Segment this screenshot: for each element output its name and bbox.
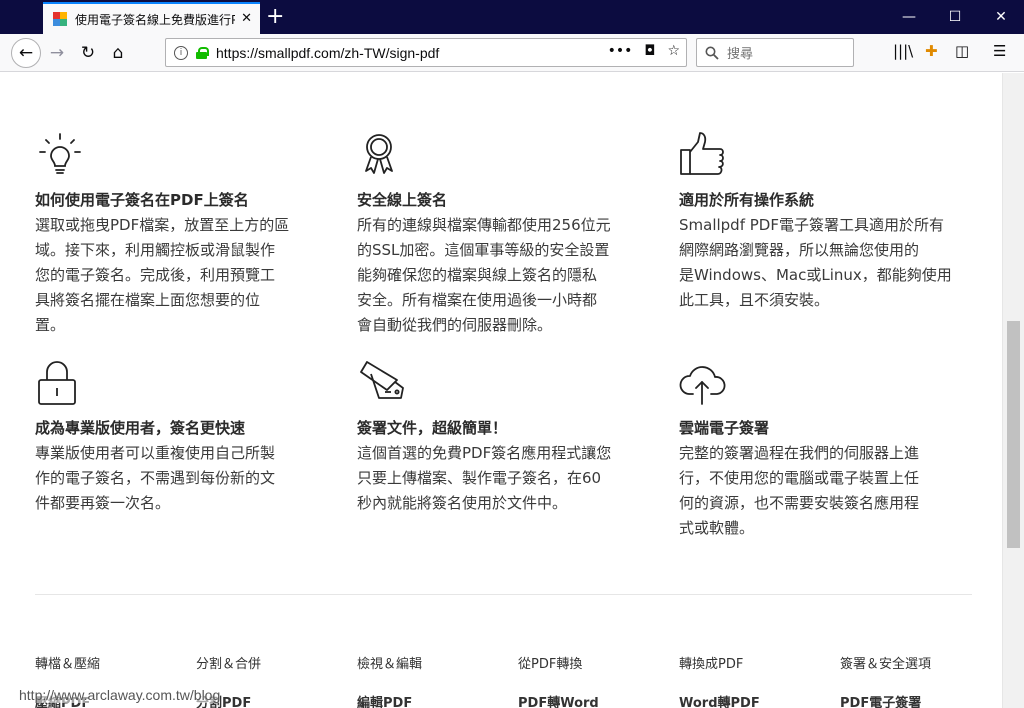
url-bar[interactable]: i https://smallpdf.com/zh-TW/sign-pdf ••… xyxy=(165,38,687,67)
footer-heading: 轉換成PDF xyxy=(679,657,744,672)
feature-line: 會自動從我們的伺服器刪除。 xyxy=(357,316,553,334)
award-ribbon-icon xyxy=(365,134,393,174)
search-icon xyxy=(705,46,719,60)
feature-line: 域。接下來，利用觸控板或滑鼠製作 xyxy=(35,241,276,259)
home-icon[interactable]: ⌂ xyxy=(103,38,133,68)
page-scrollbar[interactable] xyxy=(1002,73,1024,708)
browser-navbar: ← → ↻ ⌂ i https://smallpdf.com/zh-TW/sig… xyxy=(0,34,1024,72)
feature-description: 所有的連線與檔案傳輸都使用256位元 的SSL加密。這個軍事等級的安全設置 能夠… xyxy=(357,213,657,338)
feature-all-os: 適用於所有操作系統 Smallpdf PDF電子簽署工具適用於所有 網際網路瀏覽… xyxy=(679,130,979,313)
site-info-icon[interactable]: i xyxy=(174,45,188,60)
tab-close-icon[interactable]: ✕ xyxy=(241,11,252,26)
feature-line: 您的電子簽名。完成後，利用預覽工 xyxy=(35,266,276,284)
lightbulb-icon xyxy=(39,133,81,174)
section-divider xyxy=(35,594,972,595)
feature-line: 只要上傳檔案、製作電子簽名，在60 xyxy=(357,469,602,487)
feature-line: 件都要再簽一次名。 xyxy=(35,494,171,512)
padlock-icon xyxy=(38,361,76,405)
thumbs-up-icon xyxy=(680,132,724,175)
feature-line: 式或軟體。 xyxy=(679,519,755,537)
back-arrow-icon[interactable]: ← xyxy=(11,38,41,68)
feature-line: 秒內就能將簽名使用於文件中。 xyxy=(357,494,568,512)
feature-line: 能夠確保您的檔案與線上簽名的隱私 xyxy=(357,266,598,284)
feature-line: 置。 xyxy=(35,316,66,334)
scrollbar-thumb[interactable] xyxy=(1007,321,1020,548)
footer-link[interactable]: PDF電子簽署 xyxy=(840,692,921,708)
page-actions-icon[interactable]: ••• xyxy=(608,43,633,59)
feature-title: 適用於所有操作系統 xyxy=(679,191,815,209)
search-placeholder: 搜尋 xyxy=(727,47,754,62)
feature-line: 選取或拖曳PDF檔案，放置至上方的區 xyxy=(35,216,290,234)
browser-titlebar: 使用電子簽名線上免費版進行PDF ✕ + — ☐ ✕ xyxy=(0,0,1024,34)
feature-line: Smallpdf PDF電子簽署工具適用於所有 xyxy=(679,216,944,234)
feature-title: 安全線上簽名 xyxy=(357,191,448,209)
cloud-upload-icon xyxy=(679,366,726,405)
sidebar-icon[interactable]: ◫ xyxy=(955,42,969,60)
feature-title: 簽署文件，超級簡單！ xyxy=(357,419,508,437)
feature-description: 完整的簽署過程在我們的伺服器上進 行，不使用您的電腦或電子裝置上任 何的資源，也… xyxy=(679,441,979,541)
footer-heading: 轉檔＆壓縮 xyxy=(35,657,101,672)
feature-title: 如何使用電子簽名在PDF上簽名 xyxy=(35,191,249,209)
feature-line: 所有的連線與檔案傳輸都使用256位元 xyxy=(357,216,611,234)
footer-heading: 從PDF轉換 xyxy=(518,657,583,672)
feature-title: 雲端電子簽署 xyxy=(679,419,770,437)
menu-hamburger-icon[interactable]: ☰ xyxy=(993,42,1006,60)
pocket-knife-icon xyxy=(360,361,404,399)
new-tab-icon[interactable]: + xyxy=(266,4,284,30)
footer-heading: 簽署＆安全選項 xyxy=(840,657,932,672)
feature-line: 這個首選的免費PDF簽名應用程式讓您 xyxy=(357,444,612,462)
pocket-icon[interactable]: ◘ xyxy=(644,43,655,59)
feature-pro-user: 成為專業版使用者，簽名更快速 專業版使用者可以重複使用自己所製 作的電子簽名，不… xyxy=(35,358,335,516)
feature-secure-signing: 安全線上簽名 所有的連線與檔案傳輸都使用256位元 的SSL加密。這個軍事等級的… xyxy=(357,130,657,338)
feature-line: 此工具，且不須安裝。 xyxy=(679,291,830,309)
extension-icon[interactable]: ✚ xyxy=(925,42,938,60)
feature-line: 何的資源，也不需要安裝簽名應用程 xyxy=(679,494,920,512)
feature-line: 的SSL加密。這個軍事等級的安全設置 xyxy=(357,241,610,259)
feature-easy-signing: 簽署文件，超級簡單！ 這個首選的免費PDF簽名應用程式讓您 只要上傳檔案、製作電… xyxy=(357,358,657,516)
footer-link[interactable]: Word轉PDF xyxy=(679,692,760,708)
feature-line: 網際網路瀏覽器，所以無論您使用的 xyxy=(679,241,920,259)
feature-line: 具將簽名擺在檔案上面您想要的位 xyxy=(35,291,261,309)
lock-icon xyxy=(196,46,209,59)
feature-line: 行，不使用您的電腦或電子裝置上任 xyxy=(679,469,920,487)
feature-line: 完整的簽署過程在我們的伺服器上進 xyxy=(679,444,920,462)
feature-line: 作的電子簽名，不需遇到每份新的文 xyxy=(35,469,276,487)
maximize-icon[interactable]: ☐ xyxy=(932,0,978,34)
feature-description: Smallpdf PDF電子簽署工具適用於所有 網際網路瀏覽器，所以無論您使用的… xyxy=(679,213,979,313)
url-text[interactable]: https://smallpdf.com/zh-TW/sign-pdf xyxy=(216,45,439,61)
footer-link[interactable]: 編輯PDF xyxy=(357,692,412,708)
library-icon[interactable]: |||\ xyxy=(893,42,913,60)
reload-icon[interactable]: ↻ xyxy=(73,38,103,68)
browser-tab[interactable]: 使用電子簽名線上免費版進行PDF ✕ xyxy=(43,2,260,34)
footer-heading: 檢視＆編輯 xyxy=(357,657,423,672)
feature-how-to-sign: 如何使用電子簽名在PDF上簽名 選取或拖曳PDF檔案，放置至上方的區 域。接下來… xyxy=(35,130,335,338)
forward-arrow-icon[interactable]: → xyxy=(42,38,72,68)
watermark-text: http://www.arclaway.com.tw/blog xyxy=(19,687,221,703)
search-bar[interactable]: 搜尋 xyxy=(696,38,854,67)
smallpdf-favicon-icon xyxy=(53,12,67,26)
feature-description: 這個首選的免費PDF簽名應用程式讓您 只要上傳檔案、製作電子簽名，在60 秒內就… xyxy=(357,441,657,516)
feature-description: 選取或拖曳PDF檔案，放置至上方的區 域。接下來，利用觸控板或滑鼠製作 您的電子… xyxy=(35,213,335,338)
feature-line: 安全。所有檔案在使用過後一小時都 xyxy=(357,291,598,309)
feature-line: 專業版使用者可以重複使用自己所製 xyxy=(35,444,276,462)
feature-title: 成為專業版使用者，簽名更快速 xyxy=(35,419,246,437)
footer-link[interactable]: PDF轉Word xyxy=(518,692,599,708)
tab-title: 使用電子簽名線上免費版進行PDF xyxy=(75,12,235,27)
feature-cloud-signing: 雲端電子簽署 完整的簽署過程在我們的伺服器上進 行，不使用您的電腦或電子裝置上任… xyxy=(679,358,979,541)
feature-description: 專業版使用者可以重複使用自己所製 作的電子簽名，不需遇到每份新的文 件都要再簽一… xyxy=(35,441,335,516)
bookmark-star-icon[interactable]: ☆ xyxy=(667,43,680,59)
footer-heading: 分割＆合併 xyxy=(196,657,262,672)
window-close-icon[interactable]: ✕ xyxy=(978,0,1024,34)
minimize-icon[interactable]: — xyxy=(886,0,932,34)
page-content: 如何使用電子簽名在PDF上簽名 選取或拖曳PDF檔案，放置至上方的區 域。接下來… xyxy=(0,73,1002,708)
feature-line: 是Windows、Mac或Linux，都能夠使用 xyxy=(679,266,952,284)
